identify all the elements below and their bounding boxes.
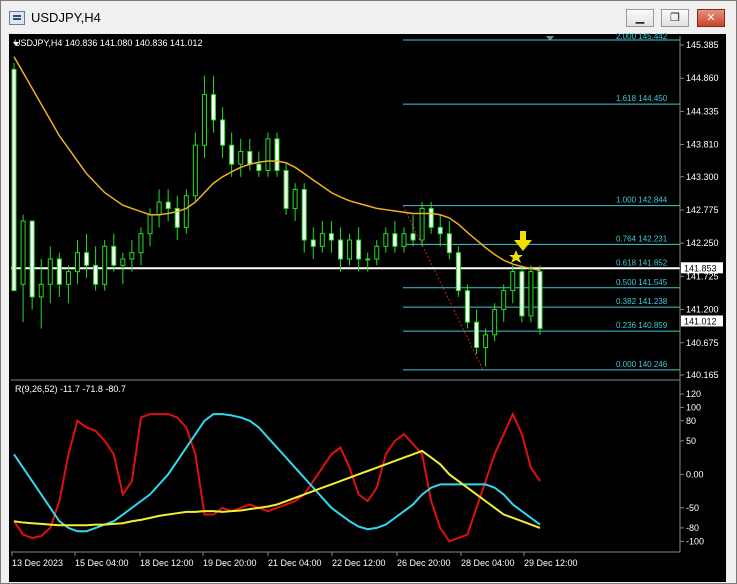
time-axis-label: 18 Dec 12:00	[140, 558, 194, 568]
candle-body	[192, 144, 198, 197]
indicator-axis-label: -80	[686, 523, 699, 533]
candle-body	[528, 271, 534, 317]
candle-body	[455, 252, 461, 292]
candle-body	[446, 233, 452, 254]
candle-body	[74, 252, 80, 273]
candle-body	[383, 233, 389, 247]
candle-body	[47, 258, 53, 285]
candle-body	[374, 245, 380, 260]
candle-body	[283, 169, 289, 209]
time-axis-label: 21 Dec 04:00	[268, 558, 322, 568]
candle-body	[138, 233, 144, 254]
indicator-header: R(9,26,52) -11.7 -71.8 -80.7	[15, 384, 126, 394]
candle-body	[347, 239, 353, 260]
price-axis-label: 143.810	[686, 140, 719, 150]
price-axis-label: 142.250	[686, 238, 719, 248]
price-axis-label: 144.860	[686, 73, 719, 83]
indicator-axis-label: -100	[686, 536, 704, 546]
price-axis-label: 140.675	[686, 338, 719, 348]
fib-level-label: 0.000 140.246	[616, 360, 668, 369]
candle-body	[337, 239, 343, 260]
indicator-axis-label: 120	[686, 389, 701, 399]
candle-body	[120, 258, 126, 266]
current-price-label: 141.012	[684, 316, 717, 326]
candle-body	[102, 245, 108, 285]
fib-level-label: 1.000 142.844	[616, 196, 668, 205]
candle-body	[274, 138, 280, 171]
candle-body	[211, 94, 217, 121]
candle-body	[20, 220, 26, 285]
candle-body	[437, 226, 443, 235]
indicator-axis-label: 100	[686, 402, 701, 412]
hline-price-label: 141.853	[684, 263, 717, 273]
candle-body	[65, 271, 71, 285]
candle-body	[428, 207, 434, 228]
candle-body	[56, 258, 62, 285]
candle-body	[510, 271, 516, 292]
fib-level-label: 0.500 141.545	[616, 278, 668, 287]
candle-body	[265, 138, 271, 171]
candle-body	[147, 214, 153, 235]
candle-body	[29, 220, 35, 298]
time-axis-label: 29 Dec 12:00	[524, 558, 578, 568]
price-axis-label: 143.300	[686, 172, 719, 182]
candle-body	[256, 163, 262, 171]
indicator-axis-label: 0.00	[686, 469, 704, 479]
price-axis-label: 142.775	[686, 205, 719, 215]
candle-body	[229, 144, 235, 165]
fib-level-label: 0.382 141.238	[616, 297, 668, 306]
time-axis-label: 26 Dec 20:00	[397, 558, 451, 568]
time-axis-label: 19 Dec 20:00	[203, 558, 257, 568]
time-axis-label: 22 Dec 12:00	[332, 558, 386, 568]
candle-body	[183, 195, 189, 228]
candle-body	[111, 245, 117, 266]
indicator-axis-label: 80	[686, 416, 696, 426]
candle-body	[328, 233, 334, 241]
price-axis-label: 141.200	[686, 305, 719, 315]
candle-body	[129, 252, 135, 260]
candle-body	[501, 290, 507, 311]
fib-level-label: 0.764 142.231	[616, 234, 668, 243]
candle-body	[165, 201, 171, 209]
candle-body	[356, 239, 362, 260]
candle-body	[156, 201, 162, 216]
candle-body	[392, 233, 398, 247]
candle-body	[220, 119, 226, 146]
candle-body	[464, 290, 470, 323]
time-axis-label: 15 Dec 04:00	[75, 558, 129, 568]
candle-body	[410, 233, 416, 241]
fib-top-label: 2.000 145.442	[616, 32, 668, 41]
candle-body	[38, 283, 44, 298]
candle-body	[292, 188, 298, 209]
candle-body	[301, 188, 307, 241]
candle-body	[319, 233, 325, 247]
candle-body	[310, 239, 316, 247]
candle-body	[365, 258, 371, 261]
candle-body	[483, 334, 489, 349]
candle-body	[537, 271, 543, 330]
time-axis-label: 28 Dec 04:00	[461, 558, 515, 568]
candle-body	[238, 151, 244, 165]
candle-body	[247, 151, 253, 165]
chart-header: USDJPY,H4 140.836 141.080 140.836 141.01…	[14, 38, 203, 48]
time-axis-label: 13 Dec 2023	[12, 558, 63, 568]
candle-body	[474, 321, 480, 349]
price-axis-label: 140.165	[686, 370, 719, 380]
candle-body	[201, 94, 207, 146]
price-axis-label: 144.335	[686, 106, 719, 116]
fib-level-label: 0.236 140.859	[616, 321, 668, 330]
candle-body	[84, 252, 90, 266]
candle-body	[11, 68, 17, 292]
candle-body	[492, 309, 498, 336]
fib-level-label: 1.618 144.450	[616, 94, 668, 103]
chart-canvas[interactable]: 1.618 144.450 1.000 142.844 0.764 142.231 0…	[0, 0, 737, 584]
candle-body	[401, 233, 407, 247]
candle-body	[519, 271, 525, 317]
indicator-axis-label: 50	[686, 436, 696, 446]
price-axis-label: 145.385	[686, 40, 719, 50]
indicator-axis-label: -50	[686, 503, 699, 513]
fib-level-label: 0.618 141.852	[616, 258, 668, 267]
candle-body	[93, 264, 99, 285]
